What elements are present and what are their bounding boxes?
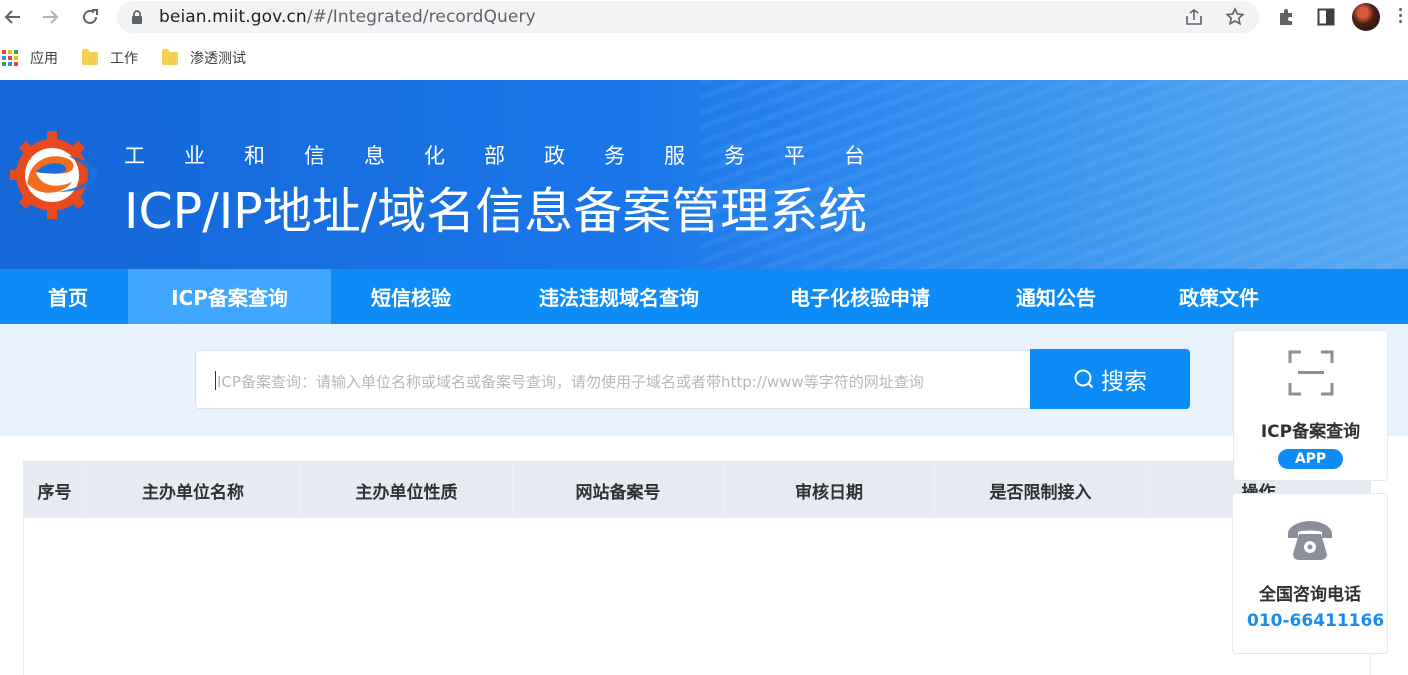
search-icon bbox=[1074, 369, 1094, 389]
url-text: beian.miit.gov.cn/#/Integrated/recordQue… bbox=[159, 7, 536, 27]
url-path: /#/Integrated/recordQuery bbox=[306, 7, 536, 27]
reload-button[interactable] bbox=[77, 4, 103, 30]
bookmark-label: 工作 bbox=[110, 51, 138, 67]
folder-icon bbox=[162, 48, 178, 65]
bookmark-folder-pentest[interactable]: 渗透测试 bbox=[162, 48, 246, 68]
nav-icp-query[interactable]: ICP备案查询 bbox=[128, 269, 331, 324]
bookmark-label: 渗透测试 bbox=[190, 51, 246, 67]
col-header-index: 序号 bbox=[24, 462, 86, 518]
text-caret bbox=[215, 371, 216, 390]
bookmark-label: 应用 bbox=[30, 51, 58, 67]
search-placeholder: ICP备案查询：请输入单位名称或域名或备案号查询，请勿使用子域名或者带http:… bbox=[217, 373, 924, 391]
nav-home[interactable]: 首页 bbox=[10, 269, 126, 324]
nav-electronic-verify[interactable]: 电子化核验申请 bbox=[747, 269, 973, 324]
nav-policy-docs[interactable]: 政策文件 bbox=[1139, 269, 1299, 324]
banner-subtitle: 工业和信息化部政务服务平台 bbox=[124, 144, 904, 168]
col-header-access-limited: 是否限制接入 bbox=[935, 462, 1147, 518]
app-download-card[interactable]: ICP备案查询 APP bbox=[1233, 330, 1388, 481]
scan-qr-icon bbox=[1288, 350, 1334, 396]
bookmark-folder-work[interactable]: 工作 bbox=[82, 48, 138, 68]
search-section: ICP备案查询：请输入单位名称或域名或备案号查询，请勿使用子域名或者带http:… bbox=[0, 324, 1408, 436]
apps-grid-icon bbox=[2, 50, 18, 66]
forward-button[interactable] bbox=[37, 4, 63, 30]
app-card-title: ICP备案查询 bbox=[1260, 422, 1361, 442]
more-menu-icon[interactable] bbox=[1398, 8, 1404, 26]
search-input[interactable]: ICP备案查询：请输入单位名称或域名或备案号查询，请勿使用子域名或者带http:… bbox=[195, 350, 1031, 409]
table-header: 序号 主办单位名称 主办单位性质 网站备案号 审核日期 是否限制接入 操作 bbox=[24, 462, 1370, 518]
site-banner: 工业和信息化部政务服务平台 ICP/IP地址/域名信息备案管理系统 bbox=[0, 80, 1408, 269]
share-icon[interactable] bbox=[1183, 6, 1205, 28]
main-nav: 首页 ICP备案查询 短信核验 违法违规域名查询 电子化核验申请 通知公告 政策… bbox=[0, 269, 1408, 324]
hotline-number[interactable]: 010-66411166 bbox=[1247, 611, 1385, 631]
results-table: 序号 主办单位名称 主办单位性质 网站备案号 审核日期 是否限制接入 操作 bbox=[23, 461, 1371, 675]
search-button-label: 搜索 bbox=[1101, 369, 1147, 395]
address-bar[interactable]: beian.miit.gov.cn/#/Integrated/recordQue… bbox=[117, 1, 1259, 33]
col-header-review-date: 审核日期 bbox=[724, 462, 935, 518]
col-header-org-type: 主办单位性质 bbox=[301, 462, 513, 518]
url-host: beian.miit.gov.cn bbox=[159, 7, 307, 27]
nav-illegal-domain-query[interactable]: 违法违规域名查询 bbox=[491, 269, 747, 324]
nav-notices[interactable]: 通知公告 bbox=[973, 269, 1139, 324]
back-button[interactable] bbox=[0, 4, 26, 30]
miit-logo-icon bbox=[10, 131, 98, 219]
bookmark-apps[interactable]: 应用 bbox=[2, 48, 58, 68]
profile-avatar[interactable] bbox=[1352, 3, 1380, 31]
nav-sms-verify[interactable]: 短信核验 bbox=[331, 269, 491, 324]
banner-title: ICP/IP地址/域名信息备案管理系统 bbox=[124, 183, 868, 240]
bookmarks-bar: 应用 工作 渗透测试 bbox=[0, 34, 1408, 80]
hotline-title: 全国咨询电话 bbox=[1259, 585, 1361, 605]
col-header-org-name: 主办单位名称 bbox=[86, 462, 301, 518]
browser-toolbar: beian.miit.gov.cn/#/Integrated/recordQue… bbox=[0, 0, 1408, 34]
telephone-icon bbox=[1288, 521, 1332, 560]
side-panel-icon[interactable] bbox=[1314, 5, 1338, 29]
hotline-card: 全国咨询电话 010-66411166 bbox=[1232, 493, 1388, 654]
folder-icon bbox=[82, 48, 98, 65]
search-button[interactable]: 搜索 bbox=[1030, 349, 1190, 409]
extensions-puzzle-icon[interactable] bbox=[1274, 5, 1298, 29]
bookmark-star-icon[interactable] bbox=[1224, 6, 1246, 28]
lock-icon bbox=[131, 9, 143, 29]
col-header-record-no: 网站备案号 bbox=[513, 462, 724, 518]
app-badge: APP bbox=[1278, 449, 1343, 469]
